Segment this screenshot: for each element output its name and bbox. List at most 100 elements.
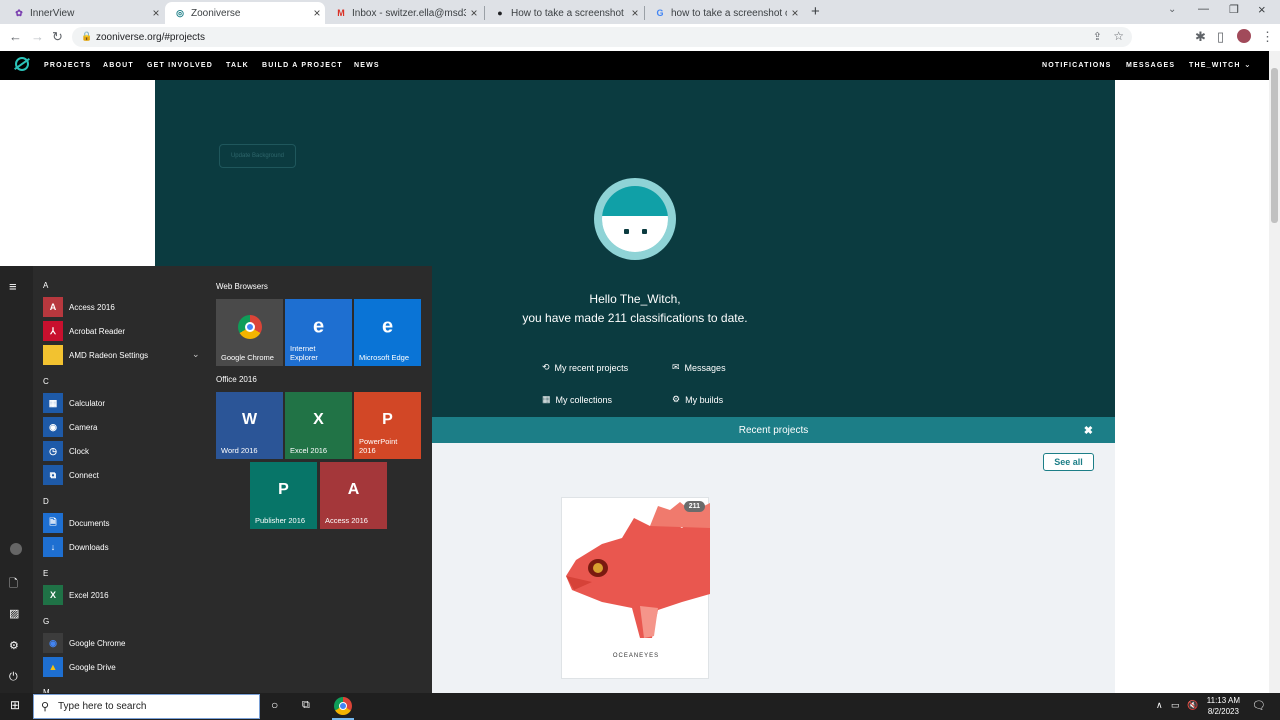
nav-talk[interactable]: TALK [226,62,249,69]
access-icon: A [347,481,360,499]
nav-messages[interactable]: MESSAGES [1126,62,1175,69]
tab-innerview[interactable]: ✿ InnerView × [4,2,164,24]
messages-link[interactable]: ✉ Messages [672,362,726,373]
close-window-icon[interactable]: × [1258,2,1266,17]
my-builds-link[interactable]: ⚙ My builds [672,394,723,405]
chrome-taskbar-icon[interactable] [334,697,352,715]
see-all-button[interactable]: See all [1043,453,1094,471]
side-panel-icon[interactable]: ▯ [1217,29,1224,45]
app-access[interactable]: A Access 2016 [43,297,115,317]
reload-icon[interactable]: ↻ [52,29,63,45]
settings-gear-icon[interactable]: ⚙ [9,639,19,652]
chrome-menu-icon[interactable]: ⋮ [1261,29,1274,45]
nav-about[interactable]: ABOUT [103,62,134,69]
page-scrollbar-thumb[interactable] [1271,68,1278,223]
close-icon[interactable]: ✖ [1084,424,1093,437]
app-acrobat[interactable]: ⅄ Acrobat Reader [43,321,125,341]
app-connect[interactable]: ⧉ Connect [43,465,99,485]
tab-title: how to take a screenshot on win [671,7,787,19]
windows-start-icon[interactable]: ⊞ [10,698,20,712]
letter-header-g[interactable]: G [43,617,49,626]
documents-icon[interactable]: 🗋 [9,575,18,594]
tab-zooniverse[interactable]: ◎ Zooniverse × [165,2,325,24]
share-icon[interactable]: ⇪ [1093,30,1102,43]
close-tab-icon[interactable]: × [148,6,164,20]
app-clock[interactable]: ◷ Clock [43,441,89,461]
letter-header-a[interactable]: A [43,281,48,290]
taskbar-search-box[interactable]: ⚲ Type here to search [33,694,260,719]
close-tab-icon[interactable]: × [309,6,325,20]
app-google-drive[interactable]: ▲ Google Drive [43,657,116,677]
my-collections-link[interactable]: ▦ My collections [542,394,612,405]
tab-gmail[interactable]: M Inbox - switzer.ella@msd3.org - M × [326,2,482,24]
tile-label: Excel 2016 [290,446,328,455]
extensions-icon[interactable]: ✱ [1195,29,1206,45]
network-icon[interactable]: ▭ [1171,700,1180,711]
address-bar[interactable]: 🔒 zooniverse.org/#projects ⇪ ☆ [72,27,1132,47]
chevron-up-icon[interactable]: ∧ [1156,700,1163,711]
acrobat-icon: ⅄ [43,321,63,341]
expand-chevron-icon[interactable]: ⌄ [192,349,200,360]
tab-google-search[interactable]: G how to take a screenshot on win × [645,2,803,24]
messages-label: Messages [684,362,726,373]
app-downloads[interactable]: ↓ Downloads [43,537,109,557]
close-tab-icon[interactable]: × [787,6,803,20]
task-view-icon[interactable]: ⧉ [302,699,310,712]
tile-label: PowerPoint 2016 [359,437,398,455]
new-tab-icon[interactable]: + [811,3,820,20]
nav-user-menu[interactable]: THE_WITCH [1189,62,1241,69]
powerpoint-icon: P [382,411,393,429]
tab-how-to-screenshot[interactable]: ● How to take a screenshot on a W × [485,2,643,24]
tab-title: Inbox - switzer.ella@msd3.org - M [352,7,466,19]
minimize-icon[interactable]: — [1198,3,1209,15]
tile-excel[interactable]: X Excel 2016 [285,392,352,459]
update-background-button[interactable]: Update Background [219,144,296,168]
close-tab-icon[interactable]: × [466,6,482,20]
tile-powerpoint[interactable]: P PowerPoint 2016 [354,392,421,459]
taskbar-clock[interactable]: 11:13 AM 8/2/2023 [1207,695,1240,717]
bookmark-star-icon[interactable]: ☆ [1113,29,1124,43]
power-icon[interactable]: ⏻ [9,671,18,684]
excel-icon: X [43,585,63,605]
app-camera[interactable]: ◉ Camera [43,417,97,437]
project-card[interactable]: 211 OCEANEYES [561,497,710,679]
nav-news[interactable]: NEWS [354,62,380,69]
tile-label: Publisher 2016 [255,516,306,525]
restore-icon[interactable]: ❐ [1229,3,1239,16]
close-tab-icon[interactable]: × [627,6,643,20]
recent-projects-area [432,443,1115,693]
volume-muted-icon[interactable]: 🔇 [1187,700,1198,711]
app-calculator[interactable]: ▦ Calculator [43,393,105,413]
app-documents[interactable]: 🗎 Documents [43,513,109,533]
back-icon[interactable]: ← [9,29,22,44]
nav-build-a-project[interactable]: BUILD A PROJECT [262,62,343,69]
google-favicon-icon: G [656,8,664,18]
tile-publisher[interactable]: P Publisher 2016 [250,462,317,529]
notifications-icon[interactable]: 🗨 [1252,699,1266,712]
app-google-chrome[interactable]: ◉ Google Chrome [43,633,125,653]
chevron-down-icon[interactable]: ⌄ [1244,60,1251,69]
nav-get-involved[interactable]: GET INVOLVED [147,62,213,69]
tile-access[interactable]: A Access 2016 [320,462,387,529]
hamburger-menu-icon[interactable]: ≡ [9,279,17,294]
internet-explorer-icon: e [312,315,325,338]
letter-header-e[interactable]: E [43,569,48,578]
user-account-icon[interactable] [10,543,22,555]
app-excel[interactable]: X Excel 2016 [43,585,109,605]
tab-search-icon[interactable]: ⌄ [1168,4,1176,15]
forward-icon[interactable]: → [31,29,44,44]
lock-icon: 🔒 [81,31,93,41]
tile-microsoft-edge[interactable]: e Microsoft Edge [354,299,421,366]
my-recent-projects-link[interactable]: ⟲ My recent projects [542,362,628,373]
profile-avatar[interactable] [1237,29,1251,43]
app-amd-radeon[interactable]: AMD Radeon Settings [43,345,148,365]
tile-internet-explorer[interactable]: e Internet Explorer [285,299,352,366]
letter-header-c[interactable]: C [43,377,49,386]
pictures-icon[interactable]: ▨ [9,607,19,620]
cortana-icon[interactable]: ○ [271,698,278,712]
tile-google-chrome[interactable]: Google Chrome [216,299,283,366]
nav-projects[interactable]: PROJECTS [44,62,91,69]
tile-word[interactable]: W Word 2016 [216,392,283,459]
nav-notifications[interactable]: NOTIFICATIONS [1042,62,1112,69]
letter-header-d[interactable]: D [43,497,49,506]
